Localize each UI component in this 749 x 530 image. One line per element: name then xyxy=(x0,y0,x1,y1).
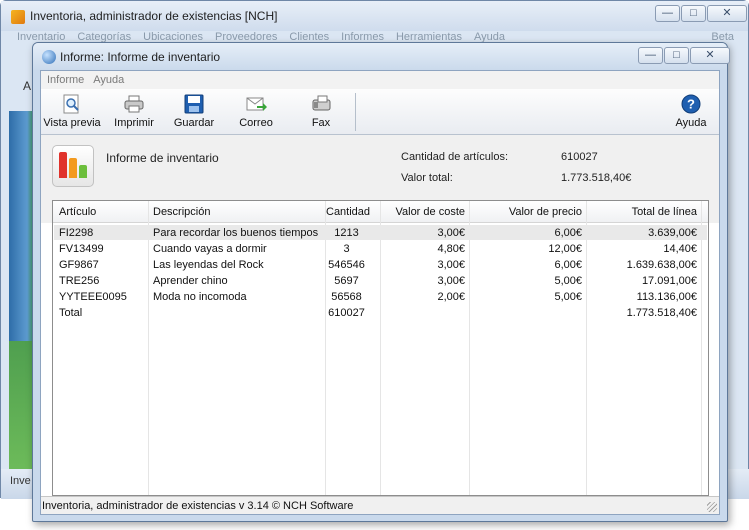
printer-icon xyxy=(124,95,144,113)
close-icon[interactable]: ✕ xyxy=(690,47,730,64)
cell-total-linea: 3.639,00€ xyxy=(648,227,697,239)
partial-status-label: Inve xyxy=(10,475,31,487)
partial-toolbar-label: A xyxy=(23,79,32,93)
col-header-descripcion[interactable]: Descripción xyxy=(153,206,210,218)
svg-text:?: ? xyxy=(687,97,695,112)
cell-valor-precio: 12,00€ xyxy=(548,243,582,255)
report-menu-bar: Informe Ayuda xyxy=(41,71,719,89)
cell-cantidad: 56568 xyxy=(331,291,362,303)
cell-total-label: Total xyxy=(59,307,83,319)
cell-valor-precio: 5,00€ xyxy=(554,275,582,287)
col-header-total-linea[interactable]: Total de línea xyxy=(587,206,697,218)
cell-descripcion: Las leyendas del Rock xyxy=(153,259,264,271)
cell-total-linea: 14,40€ xyxy=(663,243,697,255)
fax-label: Fax xyxy=(311,117,331,129)
magnifier-page-icon xyxy=(63,94,79,114)
main-window-title: Inventoria, administrador de existencias… xyxy=(30,9,278,23)
save-label: Guardar xyxy=(173,117,215,129)
cell-cantidad: 546546 xyxy=(328,259,365,271)
email-icon xyxy=(246,97,267,111)
col-header-valor-precio[interactable]: Valor de precio xyxy=(470,206,582,218)
cell-articulo: YYTEEE0095 xyxy=(59,291,127,303)
close-icon[interactable]: ✕ xyxy=(707,5,747,22)
total-value-value: 1.773.518,40€ xyxy=(561,172,632,184)
cell-valor-coste: 4,80€ xyxy=(437,243,465,255)
resize-grip-icon[interactable] xyxy=(707,502,717,512)
minimize-icon[interactable]: — xyxy=(638,47,663,64)
app-icon xyxy=(11,10,25,24)
floppy-disk-icon xyxy=(184,94,204,114)
cell-descripcion: Cuando vayas a dormir xyxy=(153,243,267,255)
help-label: Ayuda xyxy=(675,117,707,129)
report-window: Informe: Informe de inventario — □ ✕ Inf… xyxy=(32,42,730,522)
main-title-bar[interactable]: Inventoria, administrador de existencias… xyxy=(1,1,748,31)
preview-button[interactable]: Vista previa xyxy=(41,91,103,133)
help-icon: ? xyxy=(681,94,701,114)
cell-cantidad: 1213 xyxy=(334,227,359,239)
bar-chart-icon xyxy=(52,145,94,187)
status-text: Inventoria, administrador de existencias… xyxy=(42,500,354,512)
report-heading: Informe de inventario xyxy=(106,151,219,165)
cell-cantidad: 3 xyxy=(343,243,350,255)
print-button[interactable]: Imprimir xyxy=(109,91,159,133)
cell-valor-precio: 5,00€ xyxy=(554,291,582,303)
col-header-articulo[interactable]: Artículo xyxy=(59,206,96,218)
maximize-icon[interactable]: □ xyxy=(681,5,706,22)
print-label: Imprimir xyxy=(114,117,154,129)
cell-valor-coste: 3,00€ xyxy=(437,259,465,271)
cell-valor-precio: 6,00€ xyxy=(554,227,582,239)
main-caption-buttons: — □ ✕ xyxy=(654,5,747,22)
inventory-table[interactable]: Artículo Descripción Cantidad Valor de c… xyxy=(52,200,709,496)
cell-articulo: TRE256 xyxy=(59,275,100,287)
preview-label: Vista previa xyxy=(43,117,101,129)
cell-valor-coste: 3,00€ xyxy=(437,227,465,239)
cell-articulo: FV13499 xyxy=(59,243,104,255)
report-caption-buttons: — □ ✕ xyxy=(637,47,730,64)
report-toolbar: Vista previa Imprimir Guardar Correo Fax… xyxy=(41,89,719,135)
cell-descripcion: Aprender chino xyxy=(153,275,228,287)
save-button[interactable]: Guardar xyxy=(171,91,217,133)
status-bar: Inventoria, administrador de existencias… xyxy=(41,496,719,514)
col-header-valor-coste[interactable]: Valor de coste xyxy=(381,206,465,218)
minimize-icon[interactable]: — xyxy=(655,5,680,22)
cell-valor-precio: 6,00€ xyxy=(554,259,582,271)
help-button[interactable]: ? Ayuda xyxy=(671,91,711,133)
cell-articulo: FI2298 xyxy=(59,227,94,239)
col-header-cantidad[interactable]: Cantidad xyxy=(326,206,370,218)
cell-total-linea: 17.091,00€ xyxy=(641,275,697,287)
cell-valor-coste: 3,00€ xyxy=(437,275,465,287)
fax-button[interactable]: Fax xyxy=(303,91,339,133)
cell-total-linea: 1.639.638,00€ xyxy=(626,259,697,271)
cell-cantidad: 5697 xyxy=(334,275,359,287)
cell-articulo: GF9867 xyxy=(59,259,99,271)
cell-descripcion: Moda no incomoda xyxy=(153,291,247,303)
toolbar-separator xyxy=(355,93,356,131)
cell-descripcion: Para recordar los buenos tiempos xyxy=(153,227,319,239)
items-count-value: 610027 xyxy=(561,151,598,163)
report-title-bar[interactable]: Informe: Informe de inventario — □ ✕ xyxy=(33,43,730,70)
report-content: Informe Ayuda Vista previa Imprimir Guar… xyxy=(40,70,720,515)
menu-informe[interactable]: Informe xyxy=(47,74,84,86)
report-window-icon xyxy=(42,50,56,64)
fax-icon xyxy=(312,95,331,111)
cell-total-linea: 1.773.518,40€ xyxy=(626,307,697,319)
cell-valor-coste: 2,00€ xyxy=(437,291,465,303)
email-button[interactable]: Correo xyxy=(233,91,279,133)
report-window-title: Informe: Informe de inventario xyxy=(60,50,221,64)
menu-ayuda[interactable]: Ayuda xyxy=(93,74,124,86)
items-count-label: Cantidad de artículos: xyxy=(401,151,509,163)
cell-total-linea: 113.136,00€ xyxy=(636,291,697,303)
maximize-icon[interactable]: □ xyxy=(664,47,689,64)
total-value-label: Valor total: xyxy=(401,172,453,184)
cell-total-cantidad: 610027 xyxy=(328,307,365,319)
email-label: Correo xyxy=(239,117,273,129)
